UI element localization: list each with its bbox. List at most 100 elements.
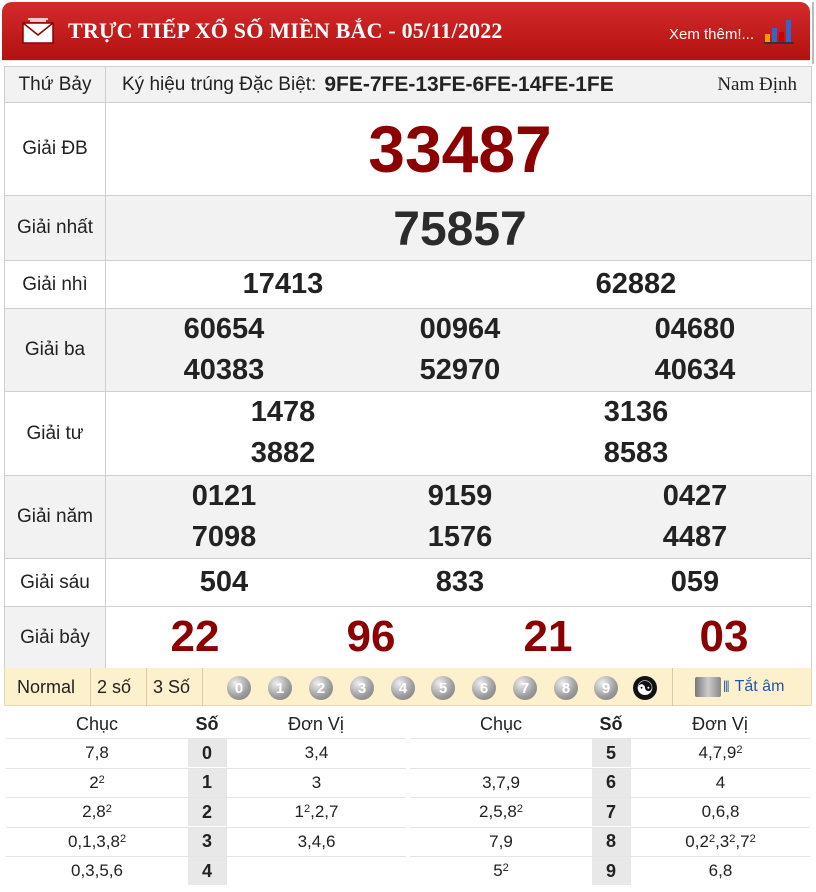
prize-number: 8583 xyxy=(603,437,669,469)
speaker-image-icon xyxy=(695,677,721,697)
prize-row-db: Giải ĐB 33487 xyxy=(5,103,811,196)
number-ball-2[interactable]: 2 xyxy=(309,676,333,700)
loto-row: 0,3,5,6 4 xyxy=(6,856,406,886)
prize-label-nam: Giải năm xyxy=(5,476,106,558)
prize-number: 0427 xyxy=(662,480,728,512)
info-row: Thứ Bảy Ký hiệu trúng Đặc Biệt: 9FE-7FE-… xyxy=(5,67,811,103)
loto-so-cell: 0 xyxy=(188,739,226,767)
results-table: Thứ Bảy Ký hiệu trúng Đặc Biệt: 9FE-7FE-… xyxy=(4,66,812,668)
prize-number: 33487 xyxy=(368,112,552,186)
prize-number: 60654 xyxy=(183,313,265,345)
prize-number: 9159 xyxy=(427,480,493,512)
mute-toggle[interactable]: ⦀ Tắt âm xyxy=(695,668,784,706)
loto-donvi-cell: 3,4,6 xyxy=(226,827,406,856)
number-ball-5[interactable]: 5 xyxy=(431,676,455,700)
loto-row: 0,1,3,8 2 3 3,4,6 xyxy=(6,826,406,856)
prize-number: 7098 xyxy=(191,521,257,553)
loto-chuc-cell: 7,8 xyxy=(85,743,109,762)
prize-row-tu: Giải tư 1478 3136 3882 8583 xyxy=(5,392,811,476)
col-chuc-header: Chục xyxy=(479,713,523,734)
province-name: Nam Định xyxy=(717,73,797,95)
loto-so-cell: 7 xyxy=(592,798,630,827)
loto-so-cell: 3 xyxy=(188,827,226,856)
prize-number: 833 xyxy=(435,566,485,598)
prize-number: 22 xyxy=(170,612,220,661)
loto-so-cell: 1 xyxy=(188,768,226,797)
chart-icon[interactable] xyxy=(764,14,794,44)
prize-number: 059 xyxy=(670,566,720,598)
number-ball-4[interactable]: 4 xyxy=(391,676,415,700)
col-donvi-header: Đơn Vị xyxy=(692,713,748,734)
toolbar-divider xyxy=(669,668,673,706)
loto-donvi-cell xyxy=(226,857,406,886)
loto-donvi-cell: 4,7,9 2 xyxy=(630,739,810,767)
loto-donvi-cell: 0,2 2,3 2,7 2 xyxy=(630,827,810,856)
loto-row: 22 13 xyxy=(6,767,406,797)
loto-donvi-cell: 0,6,8 xyxy=(630,798,810,827)
prize-number: 0121 xyxy=(191,480,257,512)
loto-so-cell: 2 xyxy=(188,798,226,827)
prize-row-nhat: Giải nhất 75857 xyxy=(5,196,811,261)
prize-label-nhi: Giải nhì xyxy=(5,261,106,308)
prize-label-ba: Giải ba xyxy=(5,309,106,391)
prize-number: 03 xyxy=(699,612,749,661)
loto-so-cell: 9 xyxy=(592,857,630,886)
prize-label-bay: Giải bảy xyxy=(5,607,106,668)
loto-donvi-cell: 4 xyxy=(630,768,810,797)
loto-chuc-cell: 22 xyxy=(89,772,105,792)
prize-number: 75857 xyxy=(393,203,527,256)
symbol-value: 9FE-7FE-13FE-6FE-14FE-1FE xyxy=(324,72,614,96)
prize-number: 52970 xyxy=(419,354,501,386)
number-ball-8[interactable]: 8 xyxy=(554,676,578,700)
loto-chuc-cell: 2,5,8 2 xyxy=(479,802,523,822)
display-toolbar: Normal 2 số 3 Số 0 1 2 3 4 5 6 7 8 9 ☯ ⦀… xyxy=(4,668,812,706)
prize-number: 17413 xyxy=(242,268,324,300)
mute-label: Tắt âm xyxy=(734,678,785,695)
loto-so-cell: 8 xyxy=(592,827,630,856)
prize-number: 04680 xyxy=(654,313,736,345)
prize-number: 3136 xyxy=(603,396,669,428)
prize-number: 62882 xyxy=(595,268,677,300)
prize-row-nam: Giải năm 0121 9159 0427 7098 1576 4487 xyxy=(5,476,811,559)
loto-donvi-cell: 3 xyxy=(226,768,406,797)
number-ball-7[interactable]: 7 xyxy=(513,676,537,700)
prize-number: 21 xyxy=(523,612,573,661)
loto-chuc-cell xyxy=(410,739,592,767)
col-chuc-header: Chục xyxy=(75,713,119,734)
number-ball-0[interactable]: 0 xyxy=(227,676,251,700)
loto-row: 2,5,8 2 7 0,6,8 xyxy=(410,797,810,827)
results-header: TRỰC TIẾP XỔ SỐ MIỀN BẮC - 05/11/2022 Xe… xyxy=(2,2,814,64)
prize-row-bay: Giải bảy 22 96 21 03 xyxy=(5,607,811,668)
symbol-label: Ký hiệu trúng Đặc Biệt: xyxy=(122,73,317,95)
prize-label-sau: Giải sáu xyxy=(5,559,106,606)
see-more-link[interactable]: Xem thêm!... xyxy=(669,26,754,43)
number-ball-6[interactable]: 6 xyxy=(472,676,496,700)
prize-number: 3882 xyxy=(250,437,316,469)
number-ball-1[interactable]: 1 xyxy=(268,676,292,700)
sound-bars-icon: ⦀ xyxy=(723,678,730,696)
loto-row: 7,9 8 0,2 2,3 2,7 2 xyxy=(410,826,810,856)
prize-number: 40634 xyxy=(654,354,736,386)
prize-number: 00964 xyxy=(419,313,501,345)
prize-label-tu: Giải tư xyxy=(5,392,106,475)
mode-normal-button[interactable]: Normal xyxy=(11,668,91,706)
envelope-icon xyxy=(22,18,54,44)
weekday-label: Thứ Bảy xyxy=(5,67,106,102)
prize-label-nhat: Giải nhất xyxy=(5,196,106,260)
mode-3-digit-button[interactable]: 3 Số xyxy=(147,668,203,706)
loto-so-cell: 5 xyxy=(592,739,630,767)
number-ball-3[interactable]: 3 xyxy=(350,676,374,700)
loto-row: 5 2 9 6,8 xyxy=(410,856,810,886)
mode-2-digit-button[interactable]: 2 số xyxy=(91,668,147,706)
prize-number: 504 xyxy=(199,566,249,598)
loto-donvi-cell: 6,8 xyxy=(630,857,810,886)
special-symbol: Ký hiệu trúng Đặc Biệt: 9FE-7FE-13FE-6FE… xyxy=(122,67,614,102)
yin-yang-icon[interactable]: ☯ xyxy=(633,676,657,700)
loto-chuc-cell: 7,9 xyxy=(489,831,513,851)
loto-header: Chục Số Đơn Vị xyxy=(410,710,810,738)
loto-row: 5 4,7,9 2 xyxy=(410,738,810,767)
loto-header: Chục Số Đơn Vị xyxy=(6,710,406,738)
prize-number: 40383 xyxy=(183,354,265,386)
number-ball-9[interactable]: 9 xyxy=(594,676,618,700)
header-title: TRỰC TIẾP XỔ SỐ MIỀN BẮC - 05/11/2022 xyxy=(68,18,503,43)
